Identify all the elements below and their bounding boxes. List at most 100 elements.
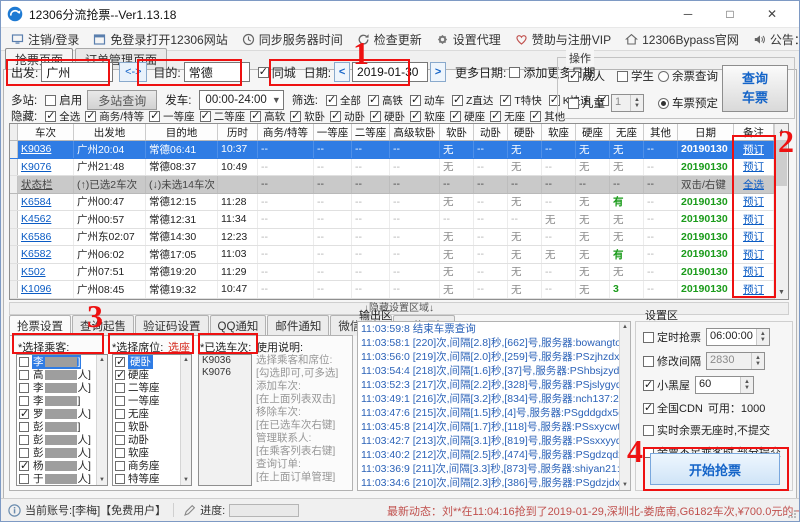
no-standing-option-checkbox[interactable]: 实时余票无座时,不提交 [643, 422, 770, 438]
checkbox[interactable] [149, 109, 161, 122]
multi-enable-checkbox-box[interactable] [45, 94, 57, 106]
column-header-6[interactable]: 一等座 [314, 124, 352, 140]
modify-interval-stepper[interactable]: 2830 ▲ ▼ [706, 352, 765, 370]
checkbox[interactable] [19, 459, 29, 472]
query-remaining-radio-circle[interactable] [658, 70, 669, 82]
timed-grab-checkbox[interactable]: 定时抢票 [643, 329, 701, 345]
adult-checkbox[interactable]: 成人 [568, 68, 605, 84]
swap-stations-button[interactable]: <-> [119, 62, 148, 82]
toolbar-item-8[interactable]: 公告：软件有问题时，请看12306官网是否正常！ [747, 29, 799, 49]
toolbar-item-4[interactable]: 检查更新 [351, 29, 428, 49]
checkbox[interactable] [325, 93, 337, 106]
column-header-10[interactable]: 动卧 [474, 124, 508, 140]
blackroom-checkbox[interactable]: 小黑屋 [643, 377, 690, 393]
checkbox[interactable] [643, 378, 654, 391]
checkbox[interactable] [250, 109, 262, 122]
checkbox[interactable] [19, 382, 29, 393]
toolbar-item-2[interactable]: 免登录打开12306网站 [87, 29, 233, 49]
hide-checkbox-5[interactable]: 高软 [250, 109, 285, 124]
filter-checkbox-4[interactable]: Z直达 [451, 93, 493, 108]
multi-enable-checkbox[interactable]: 启用 [45, 92, 82, 108]
column-header-15[interactable]: 其他 [644, 124, 678, 140]
select-all-link[interactable]: 全选 [734, 176, 774, 193]
column-header-8[interactable]: 高级软卧 [390, 124, 440, 140]
checkbox[interactable] [115, 460, 125, 471]
tab-settings-3[interactable]: 验证码设置 [135, 315, 209, 336]
output-scrollbar[interactable]: ▲ ▼ [619, 322, 630, 490]
same-city-checkbox-box[interactable] [257, 65, 269, 78]
column-header-3[interactable]: 目的地 [146, 124, 218, 140]
checkbox[interactable] [500, 93, 512, 106]
scroll-down-icon[interactable]: ▼ [620, 480, 630, 490]
stepper-arrows-icon[interactable]: ▲ ▼ [630, 95, 643, 111]
stepper-arrows-icon[interactable]: ▲ ▼ [751, 353, 764, 369]
filter-checkbox-5[interactable]: T特快 [500, 93, 542, 108]
checkbox[interactable] [115, 355, 125, 368]
scroll-up-icon[interactable]: ▲ [620, 322, 630, 332]
hide-checkbox-3[interactable]: 一等座 [149, 109, 195, 124]
table-row[interactable]: K9036 广州20:04 常德06:41 10:37 -- -- -- -- 无 -- 无 -- 无无… [10, 141, 774, 159]
book-link[interactable]: 预订 [734, 211, 774, 228]
checkbox[interactable] [115, 368, 125, 381]
checkbox[interactable] [115, 447, 125, 458]
column-header-17[interactable]: 备注 [734, 124, 774, 140]
date-input[interactable]: 2019-01-30 [352, 62, 429, 82]
checkbox[interactable] [115, 395, 125, 406]
book-link[interactable]: 预订 [734, 193, 774, 210]
toolbar-item-3[interactable]: 同步服务器时间 [236, 29, 349, 49]
book-ticket-radio-circle[interactable] [658, 97, 669, 109]
query-remaining-radio[interactable]: 余票查询 [658, 68, 718, 84]
checkbox[interactable] [115, 473, 125, 484]
train-number-link[interactable]: K9036 [18, 141, 74, 158]
hide-checkbox-8[interactable]: 硬卧 [370, 109, 405, 124]
tab-settings-1[interactable]: 抢票设置 [9, 315, 71, 336]
column-header-7[interactable]: 二等座 [352, 124, 390, 140]
add-dates-checkbox-box[interactable] [509, 66, 521, 78]
child-checkbox[interactable]: 儿童 [568, 95, 605, 111]
scroll-down-icon[interactable]: ▼ [97, 475, 107, 485]
book-link[interactable]: 预订 [734, 158, 774, 175]
train-number-link[interactable]: K9076 [18, 158, 74, 175]
checkbox[interactable] [410, 109, 422, 122]
book-ticket-radio[interactable]: 车票预定 [658, 95, 718, 111]
checkbox[interactable] [115, 408, 125, 419]
column-header-12[interactable]: 软座 [542, 124, 576, 140]
timed-grab-stepper[interactable]: 06:00:00 ▲ ▼ [706, 328, 770, 346]
hide-checkbox-9[interactable]: 软座 [410, 109, 445, 124]
checkbox[interactable] [19, 407, 29, 420]
tab-settings-4[interactable]: QQ通知 [209, 315, 267, 336]
column-header-9[interactable]: 软卧 [440, 124, 474, 140]
student-checkbox[interactable]: 学生 [617, 68, 654, 84]
child-count-stepper[interactable]: 1 ▲ ▼ [611, 94, 644, 112]
child-checkbox-box[interactable] [568, 97, 579, 109]
toolbar-item-1[interactable]: 注销/登录 [5, 29, 85, 49]
selected-train-item[interactable]: K9036 [199, 355, 251, 367]
checkbox[interactable] [19, 473, 29, 484]
scroll-up-icon[interactable]: ▲ [97, 355, 107, 365]
column-header-11[interactable]: 硬卧 [508, 124, 542, 140]
resize-grip[interactable] [787, 509, 797, 519]
table-scrollbar[interactable]: ▲ ▼ [774, 124, 788, 299]
date-next-button[interactable]: > [430, 62, 447, 82]
book-link[interactable]: 预订 [734, 228, 774, 245]
hide-checkbox-7[interactable]: 动卧 [330, 109, 365, 124]
depart-time-select[interactable]: 00:00-24:00 ▼ [199, 90, 284, 110]
checkbox[interactable] [490, 109, 502, 122]
to-input[interactable]: 常德 [183, 62, 250, 82]
checkbox[interactable] [199, 109, 211, 122]
table-row[interactable]: K1096 广州08:45 常德19:32 10:47 -- -- -- -- 无 -- 无 -- 无 3… [10, 281, 774, 299]
checkbox[interactable] [115, 421, 125, 432]
checkbox[interactable] [45, 109, 57, 122]
train-number-link[interactable]: 状态栏 [18, 176, 74, 193]
scroll-up-icon[interactable]: ▲ [181, 355, 191, 365]
column-header-14[interactable]: 无座 [610, 124, 644, 140]
train-number-link[interactable]: K1096 [18, 281, 74, 298]
filter-checkbox-3[interactable]: 动车 [409, 93, 445, 108]
date-prev-button[interactable]: < [334, 62, 351, 82]
checkbox[interactable] [367, 93, 379, 106]
student-checkbox-box[interactable] [617, 70, 628, 82]
checkbox[interactable] [450, 109, 462, 122]
hide-checkbox-2[interactable]: 商务/特等 [85, 109, 144, 124]
scroll-down-icon[interactable]: ▼ [181, 475, 191, 485]
minimize-button[interactable]: ─ [667, 2, 709, 26]
